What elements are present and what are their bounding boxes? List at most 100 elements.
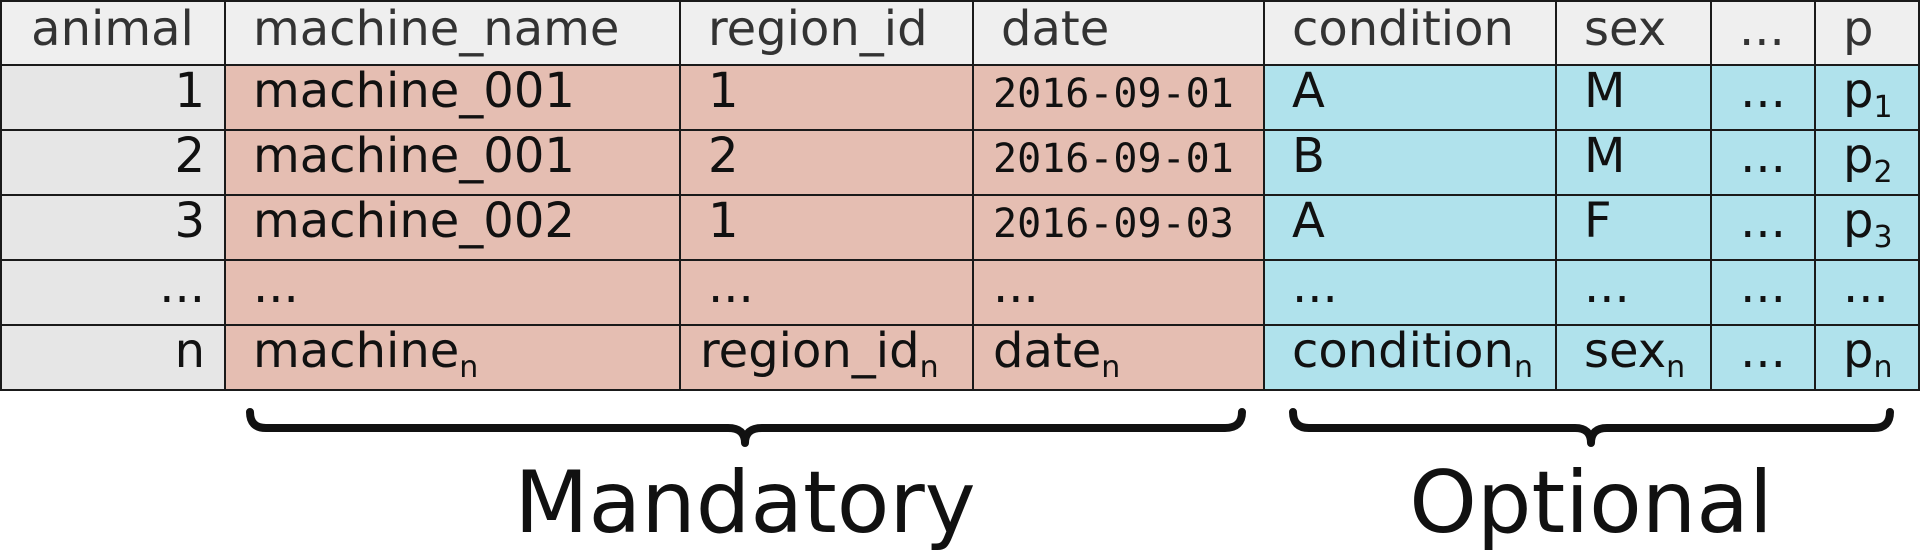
cell-more-text: ... <box>1740 128 1786 184</box>
cell-condition-text-value: B <box>1292 128 1325 184</box>
header-sex-value: sex <box>1584 1 1666 57</box>
cell-more-text-value: ... <box>1740 258 1786 314</box>
header-animal-value: animal <box>31 1 194 57</box>
cell-machine-name-text: machinen <box>253 323 478 385</box>
cell-p-text-subscript: 2 <box>1873 155 1892 190</box>
cell-region-id-text: ... <box>708 258 754 314</box>
cell-p-text: ... <box>1843 258 1889 314</box>
cell-condition-text: conditionn <box>1292 323 1533 385</box>
cell-region-id-text-value: 2 <box>708 128 739 184</box>
header-region-id: region_id <box>708 1 928 57</box>
cell-date-text-subscript: n <box>1101 350 1120 385</box>
cell-sex-text-value: M <box>1584 63 1625 119</box>
header-condition: condition <box>1292 1 1514 57</box>
cell-region-id-text: 1 <box>708 63 739 119</box>
cell-animal-text: 1 <box>174 63 205 119</box>
cell-date-text: ... <box>993 258 1039 314</box>
cell-p-text-subscript: 1 <box>1873 90 1892 125</box>
cell-region-id-text-value: 1 <box>708 193 739 249</box>
cell-date-text: 2016-09-01 <box>993 136 1234 182</box>
cell-more-text: ... <box>1740 63 1786 119</box>
cell-date-text-value: 2016-09-01 <box>993 71 1234 117</box>
cell-machine-name-text: machine_001 <box>253 63 575 119</box>
cell-sex-text: ... <box>1584 258 1630 314</box>
cell-sex-text-subscript: n <box>1666 350 1685 385</box>
cell-region-id-text-value: ... <box>708 258 754 314</box>
cell-machine-name-text-value: ... <box>253 258 299 314</box>
cell-condition-text-value: ... <box>1292 258 1338 314</box>
cell-sex-text: F <box>1584 193 1612 249</box>
cell-condition-text: A <box>1292 193 1325 249</box>
cell-animal-text-value: 3 <box>174 193 205 249</box>
mandatory-label: Mandatory <box>514 453 975 553</box>
cell-date-text: 2016-09-01 <box>993 71 1234 117</box>
cell-animal-text-value: n <box>175 323 205 379</box>
cell-animal-text-value: 2 <box>174 128 205 184</box>
cell-p-text-value: p <box>1843 63 1873 119</box>
cell-animal-text: ... <box>159 258 205 314</box>
cell-more-text-value: ... <box>1740 63 1786 119</box>
cell-region-id-text-subscript: n <box>920 350 939 385</box>
cell-sex-text: M <box>1584 63 1625 119</box>
cell-animal-text: n <box>175 323 205 379</box>
header-date-value: date <box>1001 1 1109 57</box>
cell-region-id-text-value: region_id <box>700 323 920 379</box>
header-more-value: ... <box>1739 1 1785 57</box>
cell-condition-text-subscript: n <box>1514 350 1533 385</box>
cell-machine-name-text-value: machine_001 <box>253 128 575 184</box>
cell-condition-text: A <box>1292 63 1325 119</box>
cell-sex <box>1556 195 1711 260</box>
cell-machine-name-text: machine_001 <box>253 128 575 184</box>
header-p-value: p <box>1843 1 1873 57</box>
cell-animal-text-value: ... <box>159 258 205 314</box>
header-machine-name-value: machine_name <box>253 1 619 57</box>
cell-p-text-subscript: n <box>1873 350 1892 385</box>
cell-condition-text: B <box>1292 128 1325 184</box>
cell-machine-name-text-value: machine <box>253 323 459 379</box>
header-p: p <box>1843 1 1873 57</box>
cell-more-text: ... <box>1740 323 1786 379</box>
group-braces <box>246 408 1894 447</box>
header-more: ... <box>1739 1 1785 57</box>
cell-date-text: 2016-09-03 <box>993 201 1234 247</box>
cell-more-text: ... <box>1740 193 1786 249</box>
optional-brace <box>1289 408 1894 447</box>
cell-more-text: ... <box>1740 258 1786 314</box>
cell-machine-name-text-subscript: n <box>459 350 478 385</box>
cell-sex <box>1556 65 1711 130</box>
cell-date-text-value: date <box>993 323 1101 379</box>
cell-date-text-value: ... <box>993 258 1039 314</box>
cell-condition-text-value: A <box>1292 63 1325 119</box>
cell-condition-text-value: A <box>1292 193 1325 249</box>
cell-date-text: daten <box>993 323 1120 385</box>
cell-p-text-value: p <box>1843 128 1873 184</box>
data-table-diagram: animal machine_name region_id date condition… <box>0 0 1920 553</box>
cell-condition-text-value: condition <box>1292 323 1514 379</box>
cell-animal-text: 2 <box>174 128 205 184</box>
cell-animal-text-value: 1 <box>174 63 205 119</box>
header-machine-name: machine_name <box>253 1 619 57</box>
optional-label: Optional <box>1409 453 1773 553</box>
cell-date-text-value: 2016-09-01 <box>993 136 1234 182</box>
cell-machine-name-text-value: machine_002 <box>253 193 575 249</box>
cell-region-id-text: 1 <box>708 193 739 249</box>
cell-p-text-value: p <box>1843 193 1873 249</box>
header-condition-value: condition <box>1292 1 1514 57</box>
cell-p-text-value: p <box>1843 323 1873 379</box>
cell-region-id-text: region_idn <box>700 323 939 385</box>
cell-more-text-value: ... <box>1740 323 1786 379</box>
header-date: date <box>1001 1 1109 57</box>
cell-region-id-text-value: 1 <box>708 63 739 119</box>
cell-p-text-subscript: 3 <box>1873 220 1892 255</box>
cell-sex-text: M <box>1584 128 1625 184</box>
header-region-id-value: region_id <box>708 1 928 57</box>
cell-region-id-text: 2 <box>708 128 739 184</box>
cell-machine-name-text: ... <box>253 258 299 314</box>
data-table: animal machine_name region_id date condition… <box>0 0 1920 391</box>
cell-sex-text-value: ... <box>1584 258 1630 314</box>
cell-machine-name-text-value: machine_001 <box>253 63 575 119</box>
cell-animal-text: 3 <box>174 193 205 249</box>
cell-condition-text: ... <box>1292 258 1338 314</box>
cell-sex-text-value: M <box>1584 128 1625 184</box>
mandatory-brace <box>246 408 1246 447</box>
